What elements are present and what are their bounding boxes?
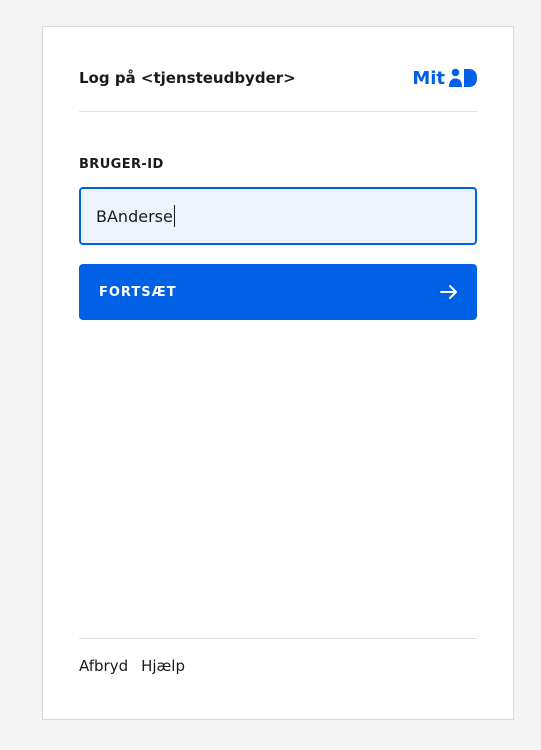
- user-id-input[interactable]: BAnderse: [79, 187, 477, 245]
- mitid-logo-icon: [449, 68, 477, 87]
- help-link[interactable]: Hjælp: [141, 657, 185, 675]
- page-title: Log på <tjensteudbyder>: [79, 69, 296, 87]
- arrow-right-icon: [440, 285, 457, 299]
- user-id-label: BRUGER-ID: [79, 157, 164, 172]
- cancel-link[interactable]: Afbryd: [79, 657, 128, 675]
- footer-links: Afbryd Hjælp: [79, 657, 185, 675]
- login-card: Log på <tjensteudbyder> Mit BRUGER-ID BA…: [42, 26, 514, 720]
- user-id-value: BAnderse: [96, 206, 173, 226]
- continue-button[interactable]: FORTSÆT: [79, 264, 477, 320]
- login-header: Log på <tjensteudbyder> Mit: [79, 67, 477, 112]
- continue-button-label: FORTSÆT: [99, 284, 177, 300]
- text-caret: [173, 205, 175, 227]
- mitid-logo: Mit: [412, 67, 477, 89]
- logo-text: Mit: [412, 67, 445, 89]
- footer-divider: [79, 638, 477, 639]
